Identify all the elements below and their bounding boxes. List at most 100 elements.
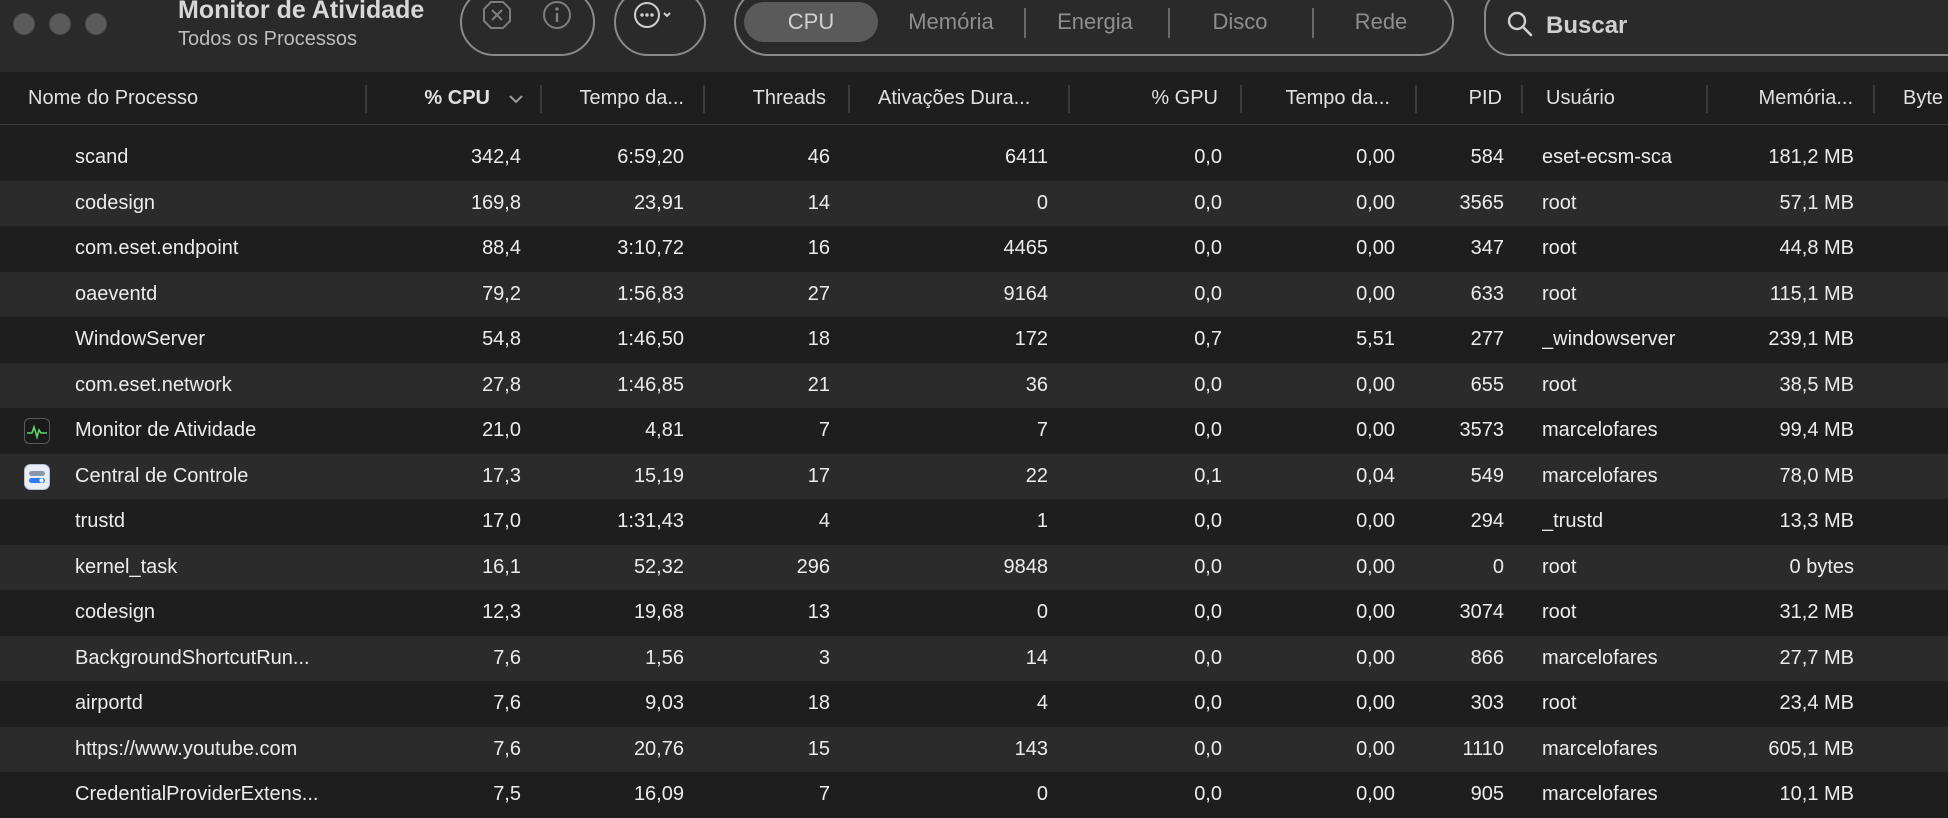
gpu-percent-cell: 0,0 xyxy=(1194,555,1222,578)
idle-wakeups-cell: 0 xyxy=(1036,783,1048,805)
gpu-time-cell: 0,00 xyxy=(1356,191,1395,214)
column-header-cpu[interactable]: % CPU xyxy=(380,72,490,124)
tab-disk[interactable]: Disco xyxy=(1176,2,1304,42)
memory-cell: 13,3 MB xyxy=(1779,510,1854,532)
idle-wakeups-cell: 7 xyxy=(1036,419,1048,441)
gpu-percent-cell: 0,0 xyxy=(1194,146,1222,168)
table-row[interactable]: codesign 12,3 19,68 13 0 0,0 0,00 3074 root 31,2 … xyxy=(0,590,1948,636)
column-divider xyxy=(703,85,705,113)
table-row[interactable]: Monitor de Atividade 21,0 4,81 7 7 0,0 0,00 357… xyxy=(0,408,1948,454)
table-row[interactable]: kernel_task 16,1 52,32 296 9848 0,0 0,00 0 root 0… xyxy=(0,544,1948,590)
gpu-percent-cell: 0,0 xyxy=(1194,282,1222,305)
info-icon[interactable] xyxy=(542,0,572,30)
user-cell: marcelofares xyxy=(1542,737,1658,760)
column-header-threads[interactable]: Threads xyxy=(712,72,826,124)
memory-cell: 99,4 MB xyxy=(1779,419,1854,441)
gpu-time-cell: 0,00 xyxy=(1356,692,1395,714)
cpu-percent-cell: 7,6 xyxy=(493,646,521,669)
column-divider xyxy=(1521,85,1523,113)
table-row[interactable]: trustd 17,0 1:31,43 4 1 0,0 0,00 294 _trustd 13,3… xyxy=(0,499,1948,545)
column-divider xyxy=(848,85,850,113)
zoom-window-button[interactable] xyxy=(85,13,107,35)
column-header-process-name[interactable]: Nome do Processo xyxy=(28,72,358,124)
table-row[interactable]: scand 342,4 6:59,20 46 6411 0,0 0,00 584 eset-ec… xyxy=(0,135,1948,181)
gpu-time-cell: 0,00 xyxy=(1356,282,1395,305)
table-row[interactable]: codesign 169,8 23,91 14 0 0,0 0,00 3565 root 57,1… xyxy=(0,180,1948,226)
user-cell: marcelofares xyxy=(1542,646,1658,669)
column-header-bytes[interactable]: Byte xyxy=(1903,72,1948,124)
gpu-percent-cell: 0,0 xyxy=(1194,783,1222,805)
threads-count-cell: 14 xyxy=(807,191,830,214)
column-header-memory[interactable]: Memória... xyxy=(1720,72,1853,124)
column-header-pid[interactable]: PID xyxy=(1420,72,1502,124)
cpu-time-cell: 1:46,85 xyxy=(617,373,684,396)
threads-count-cell: 18 xyxy=(807,692,830,714)
process-name-cell: com.eset.endpoint xyxy=(75,237,239,259)
gpu-time-cell: 5,51 xyxy=(1356,328,1395,350)
column-header-cpu-time[interactable]: Tempo da... xyxy=(550,72,684,124)
gpu-percent-cell: 0,0 xyxy=(1194,373,1222,396)
tab-energy[interactable]: Energia xyxy=(1031,2,1159,42)
table-row[interactable]: BackgroundShortcutRun... 7,6 1,56 3 14 0,0 0,0… xyxy=(0,635,1948,681)
gpu-percent-cell: 0,0 xyxy=(1194,692,1222,714)
cpu-percent-cell: 16,1 xyxy=(482,555,521,578)
pid-cell: 1110 xyxy=(1462,737,1504,760)
category-tabs: CPU Memória Energia Disco Rede xyxy=(734,0,1454,56)
table-row[interactable]: https://www.youtube.com 7,6 20,76 15 143 0,0 0… xyxy=(0,726,1948,772)
user-cell: marcelofares xyxy=(1542,419,1658,441)
sort-descending-icon[interactable] xyxy=(508,92,524,111)
memory-cell: 38,5 MB xyxy=(1779,373,1854,396)
gpu-time-cell: 0,00 xyxy=(1356,146,1395,168)
column-divider xyxy=(1873,85,1875,113)
minimize-window-button[interactable] xyxy=(49,13,71,35)
stop-process-icon[interactable] xyxy=(482,0,512,30)
gpu-percent-cell: 0,0 xyxy=(1194,191,1222,214)
memory-cell: 605,1 MB xyxy=(1768,737,1854,760)
column-header-gpu[interactable]: % GPU xyxy=(1080,72,1218,124)
column-header-idle-wakeups[interactable]: Ativações Dura... xyxy=(878,72,1048,124)
pid-cell: 633 xyxy=(1470,282,1504,305)
cpu-time-cell: 3:10,72 xyxy=(617,237,684,259)
column-header-gpu-time[interactable]: Tempo da... xyxy=(1250,72,1390,124)
cpu-percent-cell: 88,4 xyxy=(482,237,521,259)
tab-network[interactable]: Rede xyxy=(1321,2,1441,42)
more-options-icon xyxy=(633,0,673,30)
process-name-cell: oaeventd xyxy=(75,282,158,305)
table-row[interactable]: airportd 7,6 9,03 18 4 0,0 0,00 303 root 23,4 MB xyxy=(0,681,1948,727)
pid-cell: 347 xyxy=(1470,237,1504,259)
memory-cell: 57,1 MB xyxy=(1779,191,1854,214)
toolbar: Monitor de Atividade Todos os Processos xyxy=(0,0,1948,72)
close-window-button[interactable] xyxy=(13,13,35,35)
table-row[interactable]: oaeventd 79,2 1:56,83 27 9164 0,0 0,00 633 root 1… xyxy=(0,271,1948,317)
cpu-percent-cell: 79,2 xyxy=(482,282,521,305)
pid-cell: 655 xyxy=(1470,373,1504,396)
table-row[interactable]: com.eset.endpoint 88,4 3:10,72 16 4465 0,0 0,0… xyxy=(0,226,1948,272)
cpu-time-cell: 6:59,20 xyxy=(617,146,684,168)
process-actions-group xyxy=(460,0,595,56)
column-header-user[interactable]: Usuário xyxy=(1546,72,1696,124)
user-cell: _windowserver xyxy=(1542,328,1676,350)
more-options-button[interactable] xyxy=(614,0,706,56)
table-row[interactable]: com.eset.network 27,8 1:46,85 21 36 0,0 0,00 65… xyxy=(0,362,1948,408)
threads-count-cell: 18 xyxy=(807,328,830,350)
tab-memory[interactable]: Memória xyxy=(891,2,1011,42)
idle-wakeups-cell: 4465 xyxy=(1003,237,1049,259)
tab-divider xyxy=(1168,8,1170,38)
threads-count-cell: 17 xyxy=(807,464,830,487)
table-row[interactable]: WindowServer 54,8 1:46,50 18 172 0,7 5,51 277 _w… xyxy=(0,317,1948,363)
user-cell: root xyxy=(1542,373,1577,396)
process-name-cell: airportd xyxy=(75,692,143,714)
pid-cell: 549 xyxy=(1470,464,1504,487)
gpu-time-cell: 0,00 xyxy=(1356,555,1395,578)
table-row[interactable]: CredentialProviderExtens... 7,5 16,09 7 0 0,0… xyxy=(0,772,1948,818)
gpu-time-cell: 0,04 xyxy=(1356,464,1395,487)
cpu-percent-cell: 12,3 xyxy=(482,601,521,623)
process-name-cell: Central de Controle xyxy=(75,464,249,487)
idle-wakeups-cell: 36 xyxy=(1025,373,1048,396)
table-row[interactable]: Central de Controle 17,3 15,19 17 22 0,1 0,04 5… xyxy=(0,453,1948,499)
user-cell: root xyxy=(1542,191,1577,214)
tab-cpu[interactable]: CPU xyxy=(744,2,878,42)
search-field[interactable]: Buscar xyxy=(1484,0,1948,56)
pid-cell: 905 xyxy=(1470,783,1504,805)
cpu-time-cell: 20,76 xyxy=(633,737,684,760)
